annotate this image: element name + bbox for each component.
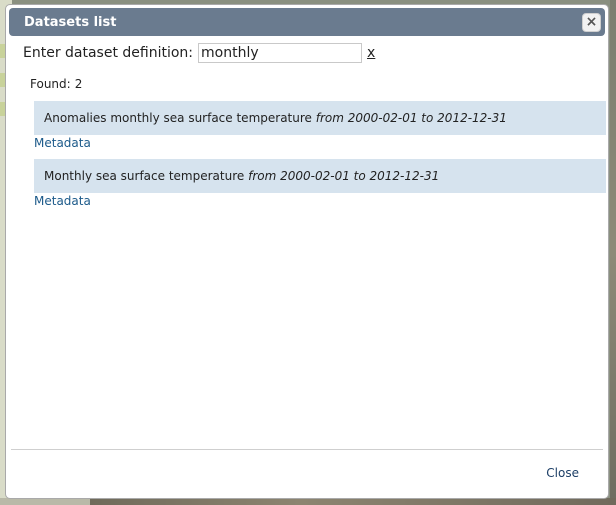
result-text: Monthly sea surface temperature from 200…: [44, 169, 439, 183]
filter-row: Enter dataset definition: x: [23, 43, 375, 63]
result-range: from 2000-02-01 to 2012-12-31: [315, 111, 507, 125]
background-map-right: [610, 0, 616, 505]
dialog-titlebar[interactable]: Datasets list ×: [9, 8, 605, 36]
metadata-link[interactable]: Metadata: [34, 136, 91, 150]
close-button[interactable]: Close: [546, 466, 579, 480]
dialog-title: Datasets list: [24, 15, 117, 30]
found-value: 2: [74, 77, 83, 91]
found-count: Found: 2: [26, 77, 82, 91]
result-row[interactable]: Anomalies monthly sea surface temperatur…: [34, 101, 606, 135]
result-row[interactable]: Monthly sea surface temperature from 200…: [34, 159, 606, 193]
found-label: Found:: [30, 77, 71, 91]
dataset-search-input[interactable]: [198, 43, 363, 63]
datasets-dialog: Datasets list × Enter dataset definition…: [5, 4, 609, 499]
footer-divider: [11, 449, 603, 450]
result-range: from 2000-02-01 to 2012-12-31: [248, 169, 440, 183]
result-item: Monthly sea surface temperature from 200…: [6, 159, 608, 217]
result-name: Anomalies monthly sea surface temperatur…: [44, 111, 312, 125]
result-name: Monthly sea surface temperature: [44, 169, 245, 183]
result-text: Anomalies monthly sea surface temperatur…: [44, 111, 507, 125]
filter-label: Enter dataset definition:: [23, 45, 194, 61]
results-list: Anomalies monthly sea surface temperatur…: [6, 101, 608, 217]
metadata-link[interactable]: Metadata: [34, 194, 91, 208]
close-icon[interactable]: ×: [582, 13, 601, 32]
result-item: Anomalies monthly sea surface temperatur…: [6, 101, 608, 159]
clear-filter-link[interactable]: x: [367, 45, 375, 61]
background-map-bottom: [0, 498, 616, 505]
